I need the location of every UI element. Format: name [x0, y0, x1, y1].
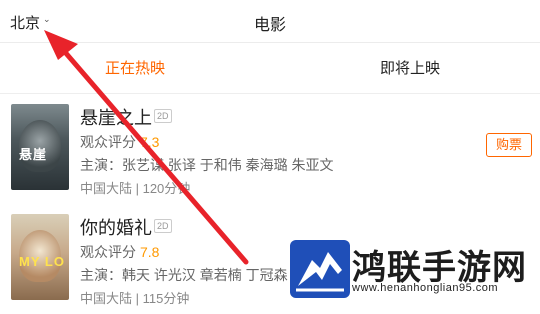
audience-rating: 观众评分 7.8	[80, 242, 159, 262]
tab-now-showing[interactable]: 正在热映	[105, 57, 165, 78]
tab-bar: 正在热映 即将上映	[0, 43, 540, 94]
movie-poster[interactable]: 悬崖	[11, 104, 69, 190]
site-watermark: 鸿联手游网 www.henanhonglian95.com	[290, 236, 540, 301]
movie-meta: 中国大陆 | 115分钟	[80, 291, 190, 306]
movie-poster[interactable]: MY LO	[11, 214, 69, 300]
audience-rating: 观众评分 7.3	[80, 132, 159, 152]
poster-caption: MY LO	[19, 254, 65, 269]
format-badge: 2D	[154, 219, 172, 233]
rating-label: 观众评分	[80, 134, 136, 150]
movie-title[interactable]: 你的婚礼	[80, 214, 152, 240]
rating-score: 7.8	[140, 244, 160, 260]
movie-meta: 中国大陆 | 120分钟	[80, 181, 191, 196]
format-badge: 2D	[154, 109, 172, 123]
movie-cast: 主演：张艺谋 张译 于和伟 秦海璐 朱亚文	[80, 157, 334, 173]
movie-title[interactable]: 悬崖之上	[80, 104, 152, 130]
rating-score: 7.3	[140, 134, 160, 150]
horse-logo-icon	[290, 240, 350, 298]
top-bar: 北京 ⌄ 电影	[0, 0, 540, 43]
page-title: 电影	[253, 17, 286, 34]
rating-label: 观众评分	[80, 244, 136, 260]
movie-list-item[interactable]: 悬崖 悬崖之上 2D 观众评分 7.3 主演：张艺谋 张译 于和伟 秦海璐 朱亚文…	[0, 94, 540, 204]
poster-caption: 悬崖	[19, 147, 48, 162]
tab-coming-soon[interactable]: 即将上映	[380, 57, 440, 78]
buy-ticket-button[interactable]: 购票	[486, 133, 532, 157]
movie-cast: 主演：韩天 许光汉 章若楠 丁冠森 张	[80, 267, 306, 283]
watermark-url: www.henanhonglian95.com	[352, 282, 499, 294]
